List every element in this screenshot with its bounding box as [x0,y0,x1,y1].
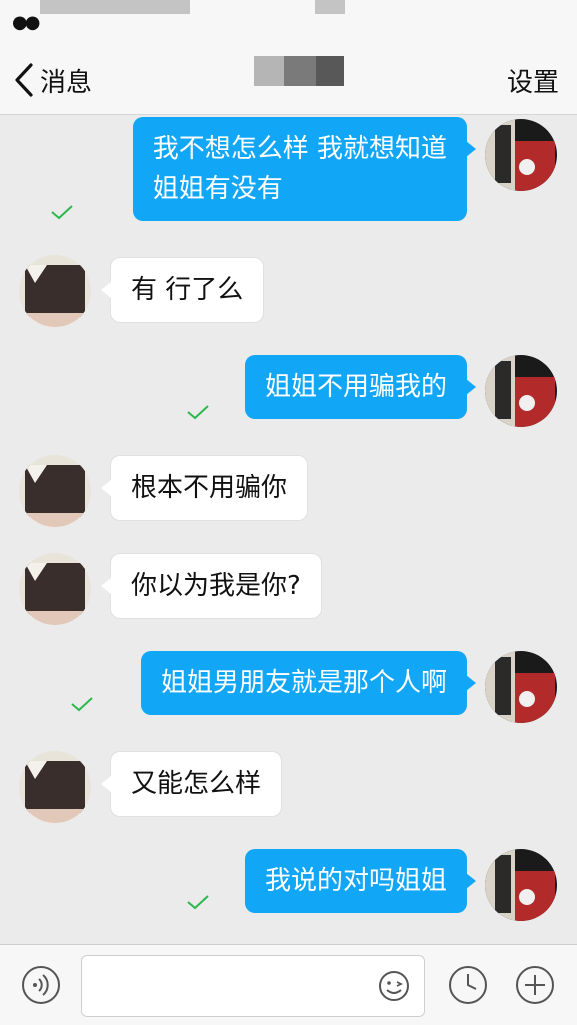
avatar-contact[interactable] [19,751,91,823]
check-icon [187,405,209,420]
contact-name-blurred [250,50,350,86]
message-text: 又能怎么样 [131,769,262,799]
plus-icon [516,966,554,1004]
avatar-self[interactable] [485,119,557,191]
voice-icon [22,966,60,1004]
message-row: 我不想怎么样 我就想知道 姐姐有没有 [0,115,577,229]
message-bubble-outgoing[interactable]: 我说的对吗姐姐 [244,849,477,913]
message-row: 又能怎么样 [0,747,577,827]
input-bar [0,944,577,1025]
message-row: 有 行了么 [0,251,577,331]
check-icon [71,697,93,712]
message-row: 你以为我是你? [0,549,577,629]
clock-icon [449,966,487,1004]
message-text: 姐姐男朋友就是那个人啊 [160,668,447,698]
message-row: 姐姐不用骗我的 [0,351,577,431]
avatar-contact[interactable] [19,255,91,327]
message-text: 姐姐有没有 [152,174,283,204]
avatar-contact[interactable] [19,455,91,527]
message-row: 根本不用骗你 [0,451,577,531]
message-row: 我说的对吗姐姐 [0,847,577,927]
blurred-status [315,0,345,14]
message-text: 我不想怎么样 我就想知道 [152,134,447,164]
message-bubble-outgoing[interactable]: 姐姐男朋友就是那个人啊 [140,651,477,715]
avatar-self[interactable] [485,355,557,427]
check-icon [51,205,73,220]
history-button[interactable] [448,965,488,1005]
message-text: 我说的对吗姐姐 [264,866,447,896]
back-label: 消息 [40,67,93,98]
message-input[interactable] [81,955,425,1017]
chevron-left-icon [15,63,33,97]
avatar-self[interactable] [485,651,557,723]
message-text: 你以为我是你? [131,571,301,601]
message-bubble-incoming[interactable]: 你以为我是你? [101,553,322,619]
back-button[interactable]: 消息 [14,60,92,100]
nav-bar: 消息 设置 [0,40,577,115]
message-bubble-incoming[interactable]: 根本不用骗你 [100,455,309,521]
message-bubble-incoming[interactable]: 有 行了么 [100,257,265,323]
message-text: 根本不用骗你 [131,473,288,503]
message-text: 有 行了么 [131,275,244,305]
avatar-self[interactable] [485,849,557,921]
message-bubble-outgoing[interactable]: 姐姐不用骗我的 [244,355,477,419]
message-bubble-incoming[interactable]: 又能怎么样 [100,751,283,817]
more-button[interactable] [515,965,555,1005]
voice-button[interactable] [21,965,61,1005]
emoji-icon[interactable] [378,970,410,1002]
signal-dots-icon: ●● [12,12,40,33]
message-text: 姐姐不用骗我的 [264,372,447,402]
blurred-status [40,0,190,14]
message-bubble-outgoing[interactable]: 我不想怎么样 我就想知道 姐姐有没有 [132,117,477,221]
settings-button[interactable]: 设置 [507,62,559,99]
status-bar: ●● [0,0,577,64]
chat-list[interactable]: 我不想怎么样 我就想知道 姐姐有没有 有 行了么 姐姐不用骗我的 根本不用骗你 … [0,115,577,943]
check-icon [187,895,209,910]
avatar-contact[interactable] [19,553,91,625]
message-row: 姐姐男朋友就是那个人啊 [0,649,577,729]
